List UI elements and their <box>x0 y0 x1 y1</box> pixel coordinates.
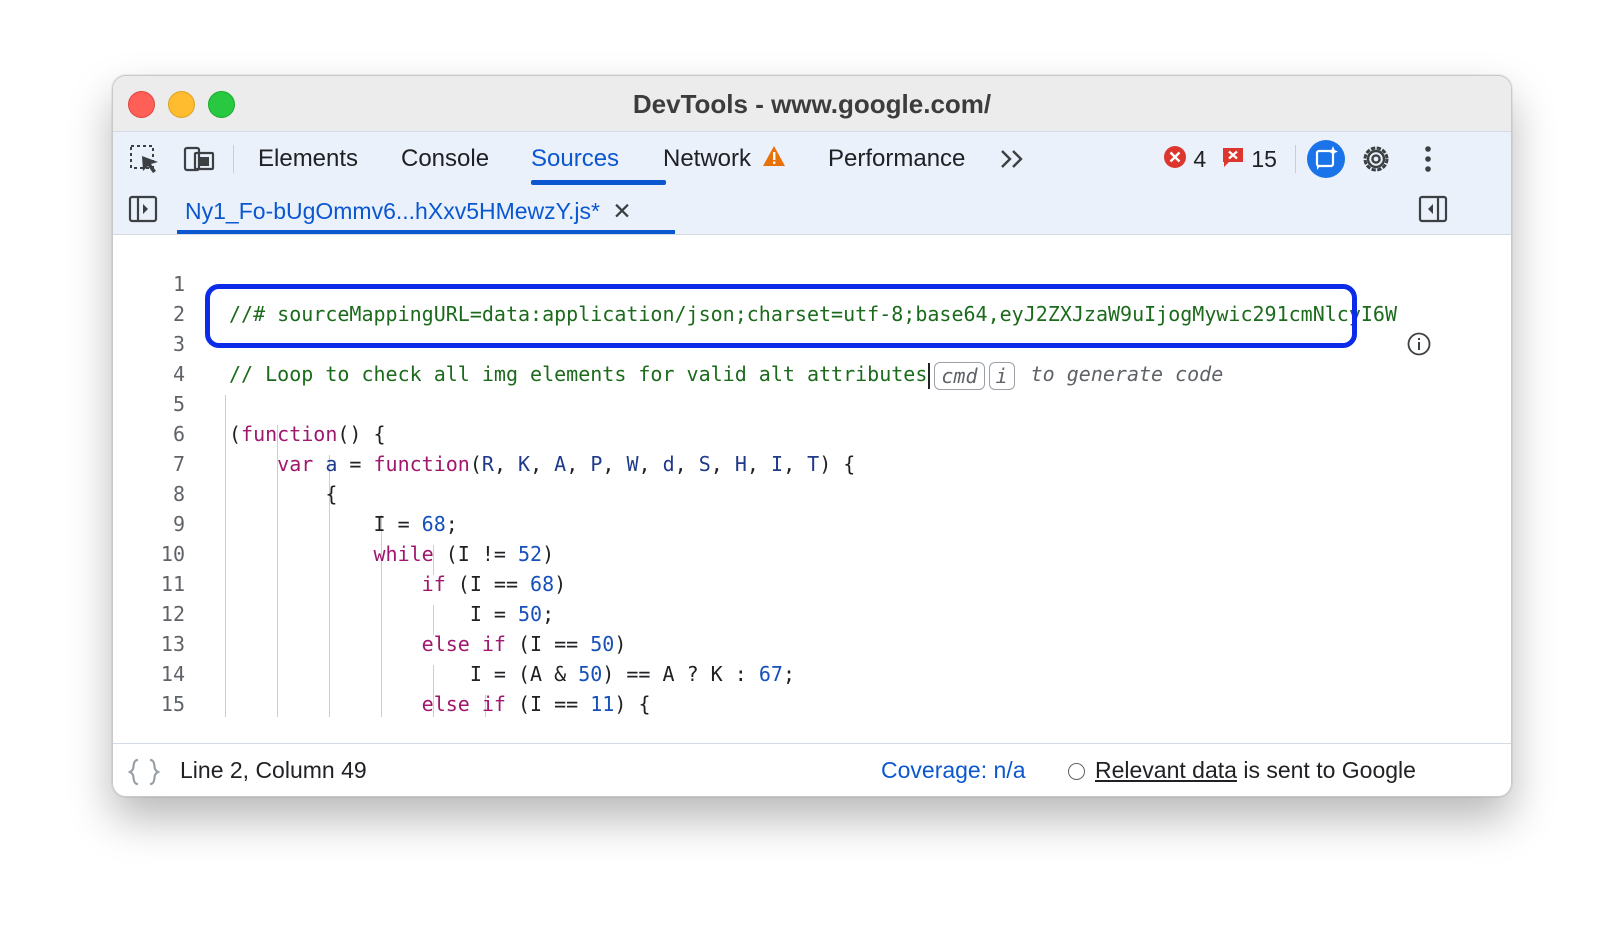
title-bar: DevTools - www.google.com/ <box>113 76 1511 131</box>
network-warning-icon <box>762 133 786 187</box>
code-line: 15 a: { <box>113 659 1511 716</box>
main-toolbar: Elements Console Sources Network Perform… <box>113 131 1511 187</box>
cursor-position: Line 2, Column 49 <box>180 757 367 783</box>
code-line: 6 var a = function(R, K, A, P, W, d, S, … <box>113 389 1511 476</box>
code-line: 14 else if (I == 11) { <box>113 629 1511 716</box>
code-line: 1 //# sourceMappingURL=data:application/… <box>113 239 1511 326</box>
file-tab-name: Ny1_Fo-bUgOmmv6...hXxv5HMewzY.js* <box>185 198 600 224</box>
toolbar-separator <box>1295 145 1296 173</box>
code-line: 10 if (I == 68) <box>113 509 1511 596</box>
tab-network[interactable]: Network <box>663 132 786 186</box>
more-tabs-icon[interactable] <box>998 144 1028 174</box>
code-line: 9 while (I != 52) <box>113 479 1511 566</box>
error-count: 4 <box>1193 146 1207 172</box>
tab-sources[interactable]: Sources <box>531 132 619 186</box>
code-line: 5 (function() { <box>113 359 1511 446</box>
toggle-debugger-icon[interactable] <box>1418 195 1450 225</box>
active-file-indicator <box>177 230 675 234</box>
toggle-navigator-icon[interactable] <box>128 195 160 225</box>
pretty-print-icon[interactable] <box>127 744 161 796</box>
issues-count: 15 <box>1251 146 1277 172</box>
relevant-data-notice: Relevant data is sent to Google <box>1068 744 1416 796</box>
code-line: 8 I = 68; <box>113 449 1511 536</box>
settings-icon[interactable] <box>1359 142 1393 176</box>
file-tab[interactable]: Ny1_Fo-bUgOmmv6...hXxv5HMewzY.js* ✕ <box>185 186 632 234</box>
window-title: DevTools - www.google.com/ <box>632 89 992 119</box>
toolbar-separator <box>233 145 234 173</box>
issues-counter[interactable]: 15 <box>1221 132 1277 186</box>
code-editor[interactable]: 1 //# sourceMappingURL=data:application/… <box>113 235 1511 717</box>
issues-icon <box>1221 134 1245 188</box>
tab-elements[interactable]: Elements <box>258 132 358 186</box>
code-line: 7 { <box>113 419 1511 506</box>
source-file-tabs: Ny1_Fo-bUgOmmv6...hXxv5HMewzY.js* ✕ <box>113 186 1511 235</box>
code-line: 16 if ((H = (S = m.trustedTypes, <box>113 689 1511 717</box>
code-line: 11 I = 50; <box>113 539 1511 626</box>
radio-circle-icon <box>1068 763 1085 781</box>
code-line: 4 <box>113 329 1511 386</box>
status-bar: Line 2, Column 49 Coverage: n/a Relevant… <box>113 743 1511 796</box>
tab-console[interactable]: Console <box>401 132 489 186</box>
ai-assistance-icon[interactable] <box>1306 139 1346 179</box>
more-options-icon[interactable] <box>1418 144 1438 174</box>
active-tab-indicator <box>531 180 666 185</box>
coverage-status[interactable]: Coverage: n/a <box>881 744 1025 796</box>
relevant-data-suffix: is sent to Google <box>1236 757 1416 783</box>
error-icon <box>1163 134 1187 188</box>
code-line: 12 else if (I == 50) <box>113 569 1511 656</box>
device-toolbar-icon[interactable] <box>181 144 217 174</box>
close-tab-icon[interactable]: ✕ <box>612 198 631 224</box>
inspect-element-icon[interactable] <box>129 144 161 174</box>
relevant-data-link[interactable]: Relevant data <box>1095 757 1237 783</box>
devtools-window: DevTools - www.google.com/ Elements Cons… <box>112 75 1512 797</box>
tab-network-label: Network <box>663 145 752 172</box>
error-counter[interactable]: 4 <box>1163 132 1206 186</box>
code-line: 13 I = (A & 50) == A ? K : 67; <box>113 599 1511 686</box>
tab-performance[interactable]: Performance <box>828 132 965 186</box>
